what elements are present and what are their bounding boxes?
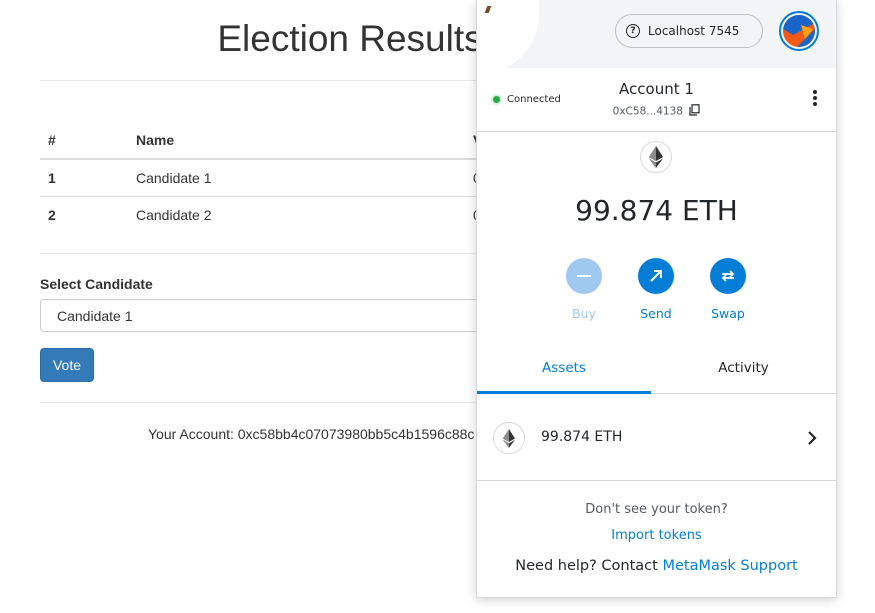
copy-icon	[689, 104, 700, 119]
help-prefix: Need help? Contact	[515, 558, 663, 574]
fox-icon	[484, 6, 492, 13]
asset-balance: 99.874 ETH	[541, 429, 623, 445]
question-icon: ?	[626, 24, 640, 38]
account-address[interactable]: 0xC58...4138	[477, 104, 836, 119]
send-button[interactable]: Send	[626, 258, 686, 321]
swap-arrows-icon	[710, 258, 746, 294]
metamask-support-link[interactable]: MetaMask Support	[662, 558, 797, 574]
vote-button[interactable]: Vote	[40, 348, 94, 382]
identicon-icon	[783, 15, 815, 47]
divider	[40, 80, 510, 81]
ethereum-icon	[493, 422, 525, 454]
send-label: Send	[640, 306, 672, 321]
minus-icon	[566, 258, 602, 294]
tab-activity[interactable]: Activity	[651, 352, 836, 394]
network-selector[interactable]: ? Localhost 7545	[615, 14, 763, 48]
table-header-number: #	[48, 132, 56, 148]
account-address-text: Your Account: 0xc58bb4c07073980bb5c4b159…	[148, 426, 475, 442]
divider	[40, 402, 510, 403]
network-name: Localhost 7545	[648, 24, 740, 38]
missing-token-text: Don't see your token?	[585, 502, 728, 517]
row-divider	[40, 196, 480, 197]
row-number: 1	[48, 170, 56, 186]
account-name[interactable]: Account 1	[477, 80, 836, 98]
select-candidate-label: Select Candidate	[40, 276, 153, 292]
table-header-line	[40, 158, 480, 160]
metamask-logo[interactable]	[477, 0, 539, 74]
account-bar: Connected Account 1 0xC58...4138	[477, 68, 836, 132]
candidate-name: Candidate 1	[136, 170, 212, 186]
help-text: Need help? Contact MetaMask Support	[477, 558, 836, 574]
account-address-label: 0xC58...4138	[612, 105, 683, 118]
balance-display: 99.874 ETH	[575, 194, 738, 227]
swap-label: Swap	[711, 306, 745, 321]
row-number: 2	[48, 207, 56, 223]
asset-row-eth[interactable]: 99.874 ETH	[477, 394, 836, 481]
candidate-name: Candidate 2	[136, 207, 212, 223]
account-avatar[interactable]	[779, 11, 819, 51]
import-tokens-link[interactable]: Import tokens	[477, 528, 836, 543]
candidate-select[interactable]: Candidate 1	[40, 299, 500, 332]
divider	[40, 253, 510, 254]
arrow-up-right-icon	[638, 258, 674, 294]
chevron-right-icon	[807, 430, 817, 449]
metamask-popup: ? Localhost 7545 Connected Account 1 0xC…	[476, 0, 837, 598]
swap-button[interactable]: Swap	[698, 258, 758, 321]
table-header-name: Name	[136, 132, 175, 148]
buy-button[interactable]: Buy	[554, 258, 614, 321]
metamask-header: ? Localhost 7545	[477, 0, 836, 74]
buy-label: Buy	[572, 306, 596, 321]
ethereum-icon	[640, 141, 672, 173]
account-options-icon[interactable]	[812, 90, 818, 110]
tab-assets[interactable]: Assets	[477, 352, 651, 394]
